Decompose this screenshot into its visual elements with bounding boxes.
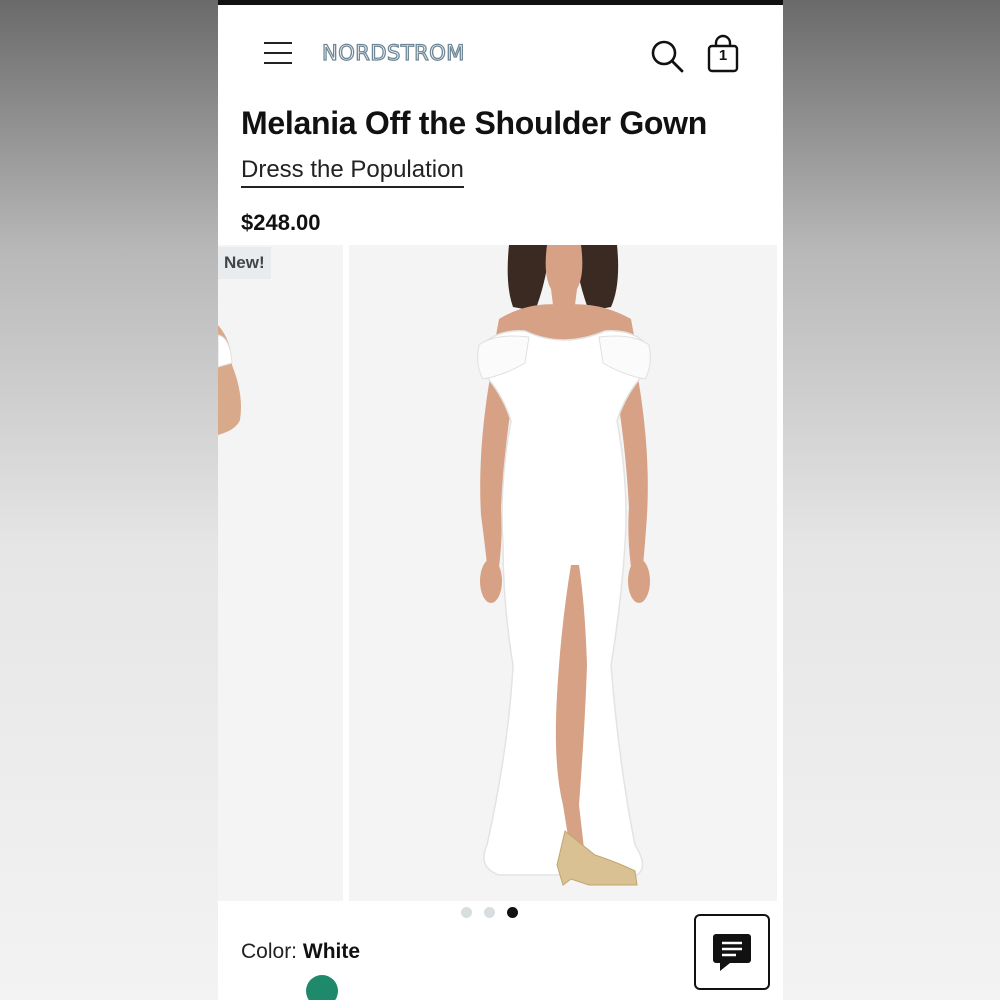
status-bar [218,0,783,5]
color-label: Color: [241,940,298,963]
menu-button[interactable] [264,40,292,66]
product-title: Melania Off the Shoulder Gown [241,105,707,141]
white-gown-model-image [477,245,651,886]
product-price: $248.00 [241,210,321,235]
product-image-previous[interactable]: New! [218,245,343,901]
cart-count-badge: 1 [718,47,728,64]
carousel-dot-1[interactable] [461,907,472,918]
new-badge: New! [218,247,271,279]
search-button[interactable] [648,36,688,76]
nordstrom-logo[interactable]: NORDSTROM [321,38,465,68]
color-swatch[interactable] [306,975,338,1000]
product-page: NORDSTROM 1 Melania Off the Shoulder Gow… [218,0,783,1000]
background-left [0,0,218,1000]
carousel-dot-3[interactable] [507,907,518,918]
menu-icon [264,42,292,44]
shopping-bag-button[interactable]: 1 [704,34,744,76]
background-right [783,0,1000,1000]
search-icon [651,40,684,73]
color-value: White [302,940,361,963]
chat-icon [713,934,751,971]
carousel-dot-2[interactable] [484,907,495,918]
color-selector-label: Color: White [241,940,360,964]
product-image-carousel[interactable]: New! [218,245,783,901]
brand-link[interactable]: Dress the Population [241,156,464,188]
chat-button[interactable] [694,914,770,990]
product-image-main[interactable] [349,245,777,901]
model-arm-image [218,325,241,435]
